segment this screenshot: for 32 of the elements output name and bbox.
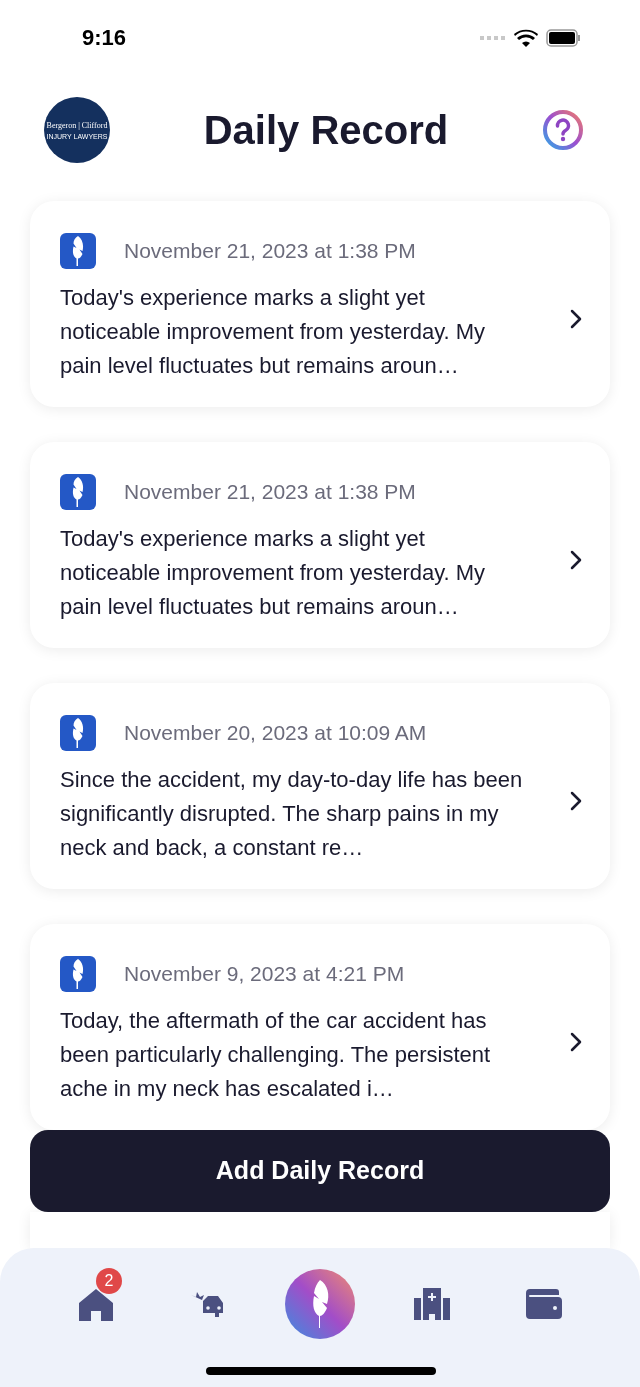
feather-icon (60, 474, 96, 510)
record-preview: Today's experience marks a slight yet noticeable improvement from yesterday. My pain level fluctuates but remains aroun… (60, 284, 487, 380)
battery-icon (546, 28, 582, 47)
record-card[interactable]: November 9, 2023 at 4:21 PM Today, the aftermath of the car accident has been particularly challenging. The persistent ache in my neck has escalated i… (30, 924, 610, 1130)
add-record-button[interactable]: Add Daily Record (30, 1130, 610, 1212)
hospital-icon[interactable] (414, 1288, 450, 1320)
signal-icon (480, 34, 506, 41)
record-preview: Today's experience marks a slight yet noticeable improvement from yesterday. My pain level fluctuates but remains aroun… (60, 525, 487, 621)
page-title: Daily Record (203, 107, 449, 154)
notification-badge: 2 (96, 1268, 122, 1294)
wifi-icon (514, 28, 538, 47)
record-date: November 21, 2023 at 1:38 PM (124, 238, 416, 265)
feather-icon (60, 233, 96, 269)
chevron-right-icon (570, 791, 582, 811)
chevron-right-icon (570, 309, 582, 329)
feather-icon (60, 956, 96, 992)
status-time: 9:16 (82, 24, 127, 52)
record-card[interactable]: November 21, 2023 at 1:38 PM Today's experience marks a slight yet noticeable improvement from yesterday. My pain level fluctuates but remains aroun… (30, 201, 610, 407)
help-icon[interactable] (542, 109, 584, 151)
feather-button-icon[interactable] (284, 1268, 356, 1340)
record-date: November 20, 2023 at 10:09 AM (124, 720, 427, 747)
record-card[interactable]: November 21, 2023 at 1:38 PM Today's experience marks a slight yet noticeable improvement from yesterday. My pain level fluctuates but remains aroun… (30, 442, 610, 648)
chevron-right-icon (570, 550, 582, 570)
record-preview: Today, the aftermath of the car accident has been particularly challenging. The persistent ache in my neck has escalated i… (60, 1007, 492, 1103)
chevron-right-icon (570, 1032, 582, 1052)
record-date: November 9, 2023 at 4:21 PM (124, 961, 405, 988)
record-preview: Since the accident, my day-to-day life has been significantly disrupted. The sharp pains in my neck and back, a constant re… (60, 766, 524, 862)
wallet-icon[interactable] (526, 1289, 562, 1319)
home-icon[interactable] (77, 1287, 115, 1321)
record-card[interactable]: November 20, 2023 at 10:09 AM Since the accident, my day-to-day life has been significantly disrupted. The sharp pains in my neck and back, a constant re… (30, 683, 610, 889)
record-date: November 21, 2023 at 1:38 PM (124, 479, 416, 506)
feather-icon (60, 715, 96, 751)
